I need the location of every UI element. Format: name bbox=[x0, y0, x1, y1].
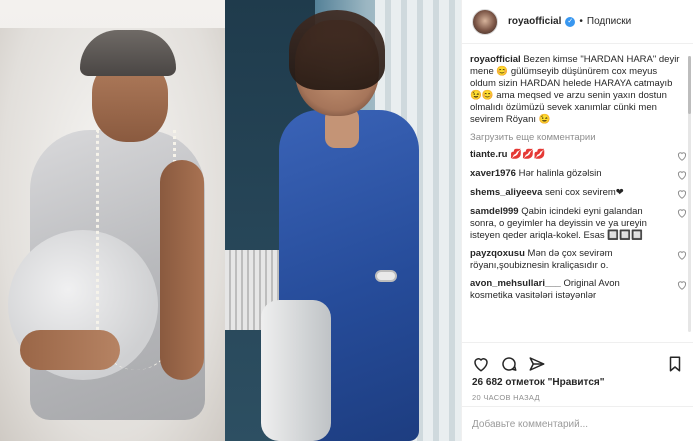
hand-shape bbox=[20, 330, 120, 370]
add-comment-bar bbox=[462, 406, 693, 441]
caption: royaofficial Bezen kimse "HARDAN HARA" d… bbox=[470, 54, 688, 126]
like-comment-heart-icon[interactable] bbox=[676, 150, 688, 162]
comment-username[interactable]: xaver1976 bbox=[470, 168, 516, 179]
comment-text: tiante.ru 💋💋💋 bbox=[470, 149, 658, 161]
watch-shape bbox=[375, 270, 397, 282]
comment-item: tiante.ru 💋💋💋 bbox=[470, 149, 688, 162]
bookmark-icon[interactable] bbox=[666, 355, 684, 373]
post-time[interactable]: 20 ЧАСОВ НАЗАД bbox=[472, 393, 540, 402]
following-button[interactable]: Подписки bbox=[587, 16, 631, 27]
comment-item: avon_mehsullari___ Original Avon kosmeti… bbox=[470, 278, 688, 302]
like-comment-heart-icon[interactable] bbox=[676, 279, 688, 291]
comments-scrollbar[interactable] bbox=[688, 56, 691, 332]
header-username[interactable]: royaofficial bbox=[508, 16, 561, 27]
comment-bubble-icon[interactable] bbox=[500, 355, 518, 373]
comment-body: Hər halinla gözəlsin bbox=[518, 168, 602, 179]
comment-item: xaver1976 Hər halinla gözəlsin bbox=[470, 168, 688, 181]
comment-username[interactable]: shems_aliyeeva bbox=[470, 187, 542, 198]
hair-shape bbox=[289, 10, 385, 90]
comment-text: xaver1976 Hər halinla gözəlsin bbox=[470, 168, 658, 180]
likes-label-before: отметок bbox=[505, 377, 545, 388]
likes-number: 26 682 bbox=[472, 377, 503, 388]
arm-shape bbox=[160, 160, 204, 380]
avatar[interactable] bbox=[472, 8, 498, 35]
comment-item: payzqoxusu Mən də çox sevirəm röyanı,şou… bbox=[470, 248, 688, 272]
like-comment-heart-icon[interactable] bbox=[676, 249, 688, 261]
like-comment-heart-icon[interactable] bbox=[676, 188, 688, 200]
load-more-comments-link[interactable]: Загрузить еще комментарии bbox=[470, 132, 688, 143]
separator-dot: • bbox=[579, 16, 583, 27]
like-comment-heart-icon[interactable] bbox=[676, 169, 688, 181]
like-heart-icon[interactable] bbox=[472, 355, 490, 373]
comment-body: seni cox sevirem❤ bbox=[545, 187, 624, 198]
comment-item: shems_aliyeeva seni cox sevirem❤ bbox=[470, 187, 688, 200]
comment-username[interactable]: samdel999 bbox=[470, 206, 519, 217]
post-sidebar: royaofficial ✓ • Подписки royaofficial B… bbox=[461, 0, 693, 441]
chair-shape bbox=[261, 300, 331, 441]
comment-text: avon_mehsullari___ Original Avon kosmeti… bbox=[470, 278, 658, 302]
comment-username[interactable]: avon_mehsullari___ bbox=[470, 278, 561, 289]
post-photo-left bbox=[0, 0, 225, 441]
verified-badge-icon: ✓ bbox=[565, 16, 576, 27]
add-comment-input[interactable] bbox=[472, 418, 684, 430]
comment-username[interactable]: payzqoxusu bbox=[470, 248, 525, 259]
comment-text: payzqoxusu Mən də çox sevirəm röyanı,şou… bbox=[470, 248, 658, 272]
comment-username[interactable]: tiante.ru bbox=[470, 149, 507, 160]
likes-count[interactable]: 26 682 отметок "Нравится" bbox=[472, 377, 604, 388]
comments-scrollbar-thumb[interactable] bbox=[688, 56, 691, 114]
post-actions bbox=[462, 342, 693, 376]
post-media[interactable] bbox=[0, 0, 461, 441]
comments-list[interactable]: royaofficial Bezen kimse "HARDAN HARA" d… bbox=[462, 54, 693, 335]
post-header: royaofficial ✓ • Подписки bbox=[462, 0, 693, 44]
comment-text: shems_aliyeeva seni cox sevirem❤ bbox=[470, 187, 658, 199]
comment-text: samdel999 Qabin icindeki eyni galandan s… bbox=[470, 206, 658, 242]
like-comment-heart-icon[interactable] bbox=[676, 207, 688, 219]
likes-label-after: "Нравится" bbox=[547, 377, 605, 388]
caption-username[interactable]: royaofficial bbox=[470, 54, 521, 65]
post-photo-right bbox=[225, 0, 461, 441]
share-plane-icon[interactable] bbox=[528, 355, 546, 373]
comment-body: 💋💋💋 bbox=[510, 149, 546, 160]
comment-item: samdel999 Qabin icindeki eyni galandan s… bbox=[470, 206, 688, 242]
